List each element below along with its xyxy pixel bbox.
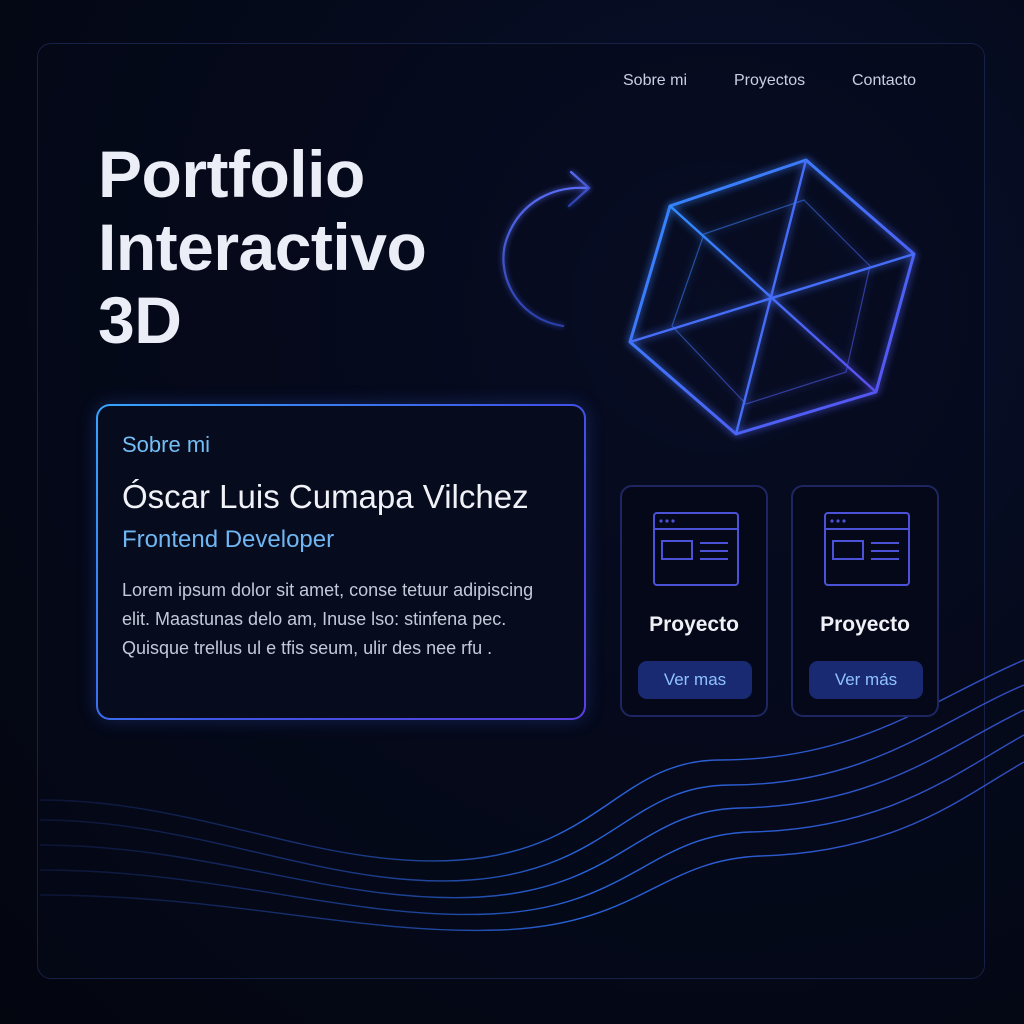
- nav-link-proyectos[interactable]: Proyectos: [734, 72, 805, 90]
- about-description-line: Lorem ipsum dolor sit amet, conse tetuur…: [122, 580, 534, 600]
- portfolio-page: Sobre mi Proyectos Contacto Portfolio In…: [0, 0, 1024, 1024]
- about-heading: Sobre mi: [122, 432, 211, 457]
- browser-window-icon: [653, 512, 739, 586]
- about-description: Lorem ipsum dolor sit amet, conse tetuur…: [122, 576, 572, 663]
- ver-mas-button[interactable]: Ver más: [809, 661, 923, 699]
- about-card: Sobre mi Óscar Luis Cumapa Vilchez Front…: [96, 404, 586, 720]
- browser-window-icon: [824, 512, 910, 586]
- about-description-line: Quisque trellus ul e tfis seum, ulir des…: [122, 638, 493, 658]
- about-role: Frontend Developer: [122, 526, 335, 553]
- wireframe-hexagon-icon: [628, 158, 916, 436]
- nav-link-contacto[interactable]: Contacto: [852, 72, 916, 90]
- hero-title: Portfolio Interactivo 3D: [98, 137, 427, 357]
- rotate-arrow-icon: [502, 170, 591, 328]
- project-title: Proyecto: [820, 613, 910, 636]
- about-name: Óscar Luis Cumapa Vilchez: [122, 478, 529, 515]
- project-card[interactable]: Proyecto Ver mas: [620, 485, 768, 717]
- nav-link-sobre-mi[interactable]: Sobre mi: [623, 72, 687, 90]
- about-description-line: elit. Maastunas delo am, Inuse lso: stin…: [122, 609, 507, 629]
- project-card[interactable]: Proyecto Ver más: [791, 485, 939, 717]
- hero-title-line: 3D: [98, 283, 182, 357]
- hero-title-line: Interactivo: [98, 210, 427, 284]
- project-title: Proyecto: [649, 613, 739, 636]
- hero-title-line: Portfolio: [98, 137, 365, 211]
- ver-mas-button[interactable]: Ver mas: [638, 661, 752, 699]
